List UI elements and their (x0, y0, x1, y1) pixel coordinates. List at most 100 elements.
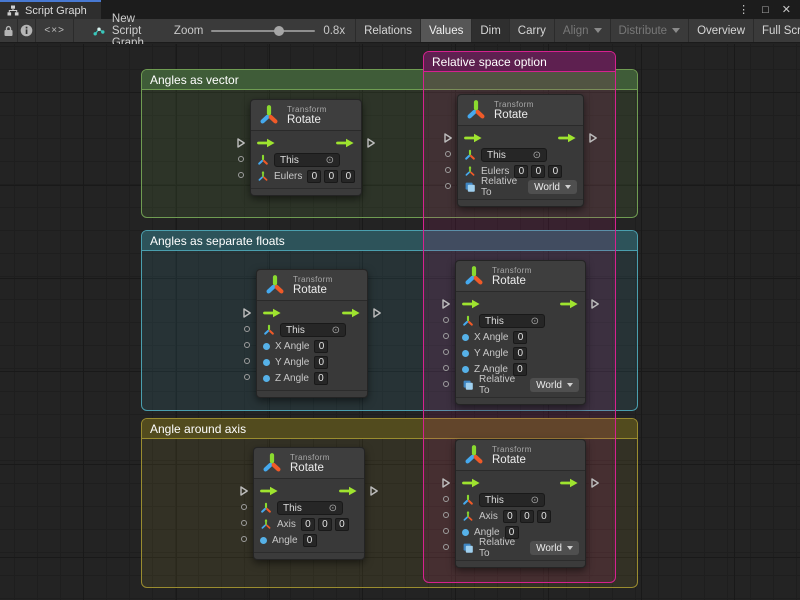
toolbar-button-values[interactable]: Values (421, 19, 472, 42)
maximize-icon[interactable]: □ (762, 4, 769, 16)
flow-in-arrow-icon[interactable] (263, 308, 282, 318)
group-header-relative-space-option[interactable]: Relative space option (424, 52, 615, 72)
value-field[interactable]: 0 (303, 534, 317, 547)
value-field[interactable]: 0 (314, 340, 328, 353)
node-header[interactable]: TransformRotate (456, 261, 585, 292)
flow-output-port[interactable] (372, 307, 382, 319)
value-input-port[interactable] (445, 183, 451, 189)
value-field[interactable]: 0 (537, 510, 551, 523)
relative-to-dropdown[interactable]: World (530, 378, 579, 392)
graph-name-section[interactable]: New Script Graph (74, 19, 174, 42)
info-button[interactable] (18, 19, 37, 42)
flow-input-port[interactable] (441, 298, 451, 310)
value-input-port[interactable] (241, 536, 247, 542)
value-field[interactable]: 0 (513, 347, 527, 360)
value-input-port[interactable] (244, 326, 250, 332)
this-target-field[interactable]: This⊙ (280, 323, 346, 337)
node-rotate-eulers-local[interactable]: TransformRotateThis⊙Eulers000 (250, 99, 362, 196)
this-target-field[interactable]: This⊙ (479, 493, 545, 507)
value-field[interactable]: 0 (314, 356, 328, 369)
flow-input-port[interactable] (443, 132, 453, 144)
value-input-port[interactable] (443, 333, 449, 339)
tab-script-graph[interactable]: Script Graph (0, 0, 101, 19)
value-input-port[interactable] (445, 151, 451, 157)
value-input-port[interactable] (241, 520, 247, 526)
value-input-port[interactable] (443, 381, 449, 387)
flow-input-port[interactable] (441, 477, 451, 489)
flow-out-arrow-icon[interactable] (339, 486, 358, 496)
value-input-port[interactable] (443, 496, 449, 502)
graph-canvas[interactable]: Angles as vectorAngles as separate float… (0, 44, 800, 600)
value-input-port[interactable] (443, 544, 449, 550)
this-target-field[interactable]: This⊙ (274, 153, 340, 167)
node-header[interactable]: TransformRotate (458, 95, 583, 126)
flow-input-port[interactable] (236, 137, 246, 149)
flow-output-port[interactable] (588, 132, 598, 144)
this-target-field[interactable]: This⊙ (481, 148, 547, 162)
close-icon[interactable]: ✕ (782, 3, 791, 16)
flow-in-arrow-icon[interactable] (257, 138, 276, 148)
flow-out-arrow-icon[interactable] (560, 478, 579, 488)
flow-out-arrow-icon[interactable] (560, 299, 579, 309)
flow-output-port[interactable] (590, 298, 600, 310)
value-input-port[interactable] (244, 374, 250, 380)
relative-to-dropdown[interactable]: World (530, 541, 579, 555)
value-field[interactable]: 0 (307, 170, 321, 183)
value-field[interactable]: 0 (335, 518, 349, 531)
value-input-port[interactable] (244, 358, 250, 364)
value-input-port[interactable] (241, 504, 247, 510)
toolbar-button-dim[interactable]: Dim (472, 19, 509, 42)
value-field[interactable]: 0 (513, 331, 527, 344)
relative-to-dropdown[interactable]: World (528, 180, 577, 194)
flow-output-port[interactable] (369, 485, 379, 497)
menu-icon[interactable]: ⋮ (738, 3, 749, 16)
value-field[interactable]: 0 (301, 518, 315, 531)
value-field[interactable]: 0 (324, 170, 338, 183)
node-rotate-axis-world[interactable]: TransformRotateThis⊙Axis000Angle0Relativ… (455, 439, 586, 568)
toolbar-button-full-screen[interactable]: Full Screen (754, 19, 800, 42)
flow-input-port[interactable] (242, 307, 252, 319)
flow-in-arrow-icon[interactable] (464, 133, 483, 143)
node-header[interactable]: TransformRotate (251, 100, 361, 131)
value-field[interactable]: 0 (314, 372, 328, 385)
node-header[interactable]: TransformRotate (456, 440, 585, 471)
node-rotate-floats-local[interactable]: TransformRotateThis⊙X Angle0Y Angle0Z An… (256, 269, 368, 398)
toolbar-button-carry[interactable]: Carry (510, 19, 555, 42)
lock-button[interactable] (0, 19, 18, 42)
value-input-port[interactable] (443, 365, 449, 371)
value-input-port[interactable] (443, 512, 449, 518)
value-input-port[interactable] (238, 172, 244, 178)
flow-in-arrow-icon[interactable] (260, 486, 279, 496)
flow-out-arrow-icon[interactable] (336, 138, 355, 148)
toolbar-button-relations[interactable]: Relations (356, 19, 421, 42)
value-input-port[interactable] (238, 156, 244, 162)
flow-out-arrow-icon[interactable] (342, 308, 361, 318)
flow-in-arrow-icon[interactable] (462, 478, 481, 488)
value-field[interactable]: 0 (503, 510, 517, 523)
flow-out-arrow-icon[interactable] (558, 133, 577, 143)
flow-output-port[interactable] (590, 477, 600, 489)
node-rotate-axis-local[interactable]: TransformRotateThis⊙Axis000Angle0 (253, 447, 365, 560)
value-input-port[interactable] (244, 342, 250, 348)
value-field[interactable]: 0 (520, 510, 534, 523)
node-rotate-eulers-world[interactable]: TransformRotateThis⊙Eulers000Relative To… (457, 94, 584, 207)
value-field[interactable]: 0 (548, 165, 562, 178)
toolbar-button-overview[interactable]: Overview (689, 19, 754, 42)
flow-in-arrow-icon[interactable] (462, 299, 481, 309)
zoom-slider-thumb[interactable] (274, 26, 284, 36)
value-input-port[interactable] (443, 528, 449, 534)
value-input-port[interactable] (445, 167, 451, 173)
zoom-slider[interactable] (211, 30, 315, 32)
flow-input-port[interactable] (239, 485, 249, 497)
node-header[interactable]: TransformRotate (257, 270, 367, 301)
this-target-field[interactable]: This⊙ (277, 501, 343, 515)
node-rotate-floats-world[interactable]: TransformRotateThis⊙X Angle0Y Angle0Z An… (455, 260, 586, 405)
value-field[interactable]: 0 (531, 165, 545, 178)
flow-output-port[interactable] (366, 137, 376, 149)
code-preview-button[interactable]: <×> (36, 19, 73, 42)
value-input-port[interactable] (443, 349, 449, 355)
node-header[interactable]: TransformRotate (254, 448, 364, 479)
value-field[interactable]: 0 (318, 518, 332, 531)
value-field[interactable]: 0 (341, 170, 355, 183)
value-input-port[interactable] (443, 317, 449, 323)
